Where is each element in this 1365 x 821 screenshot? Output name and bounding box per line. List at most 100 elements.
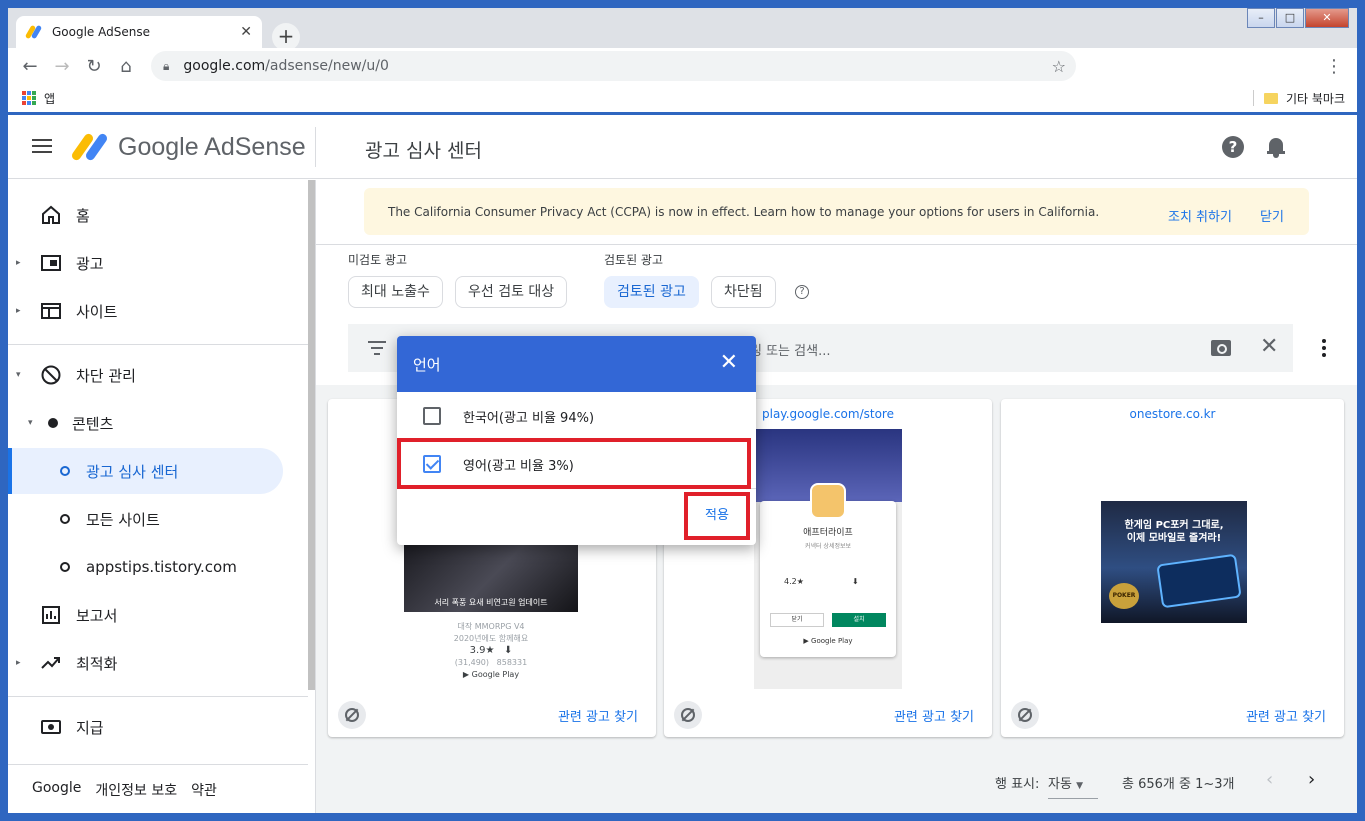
address-bar[interactable]: 🔒︎ google.com/adsense/new/u/0 ☆ bbox=[151, 51, 1076, 81]
block-ad-button[interactable] bbox=[1011, 701, 1039, 729]
reload-icon[interactable]: ↻ bbox=[78, 56, 110, 77]
hamburger-menu-icon[interactable] bbox=[32, 139, 52, 157]
rows-per-page-label: 행 표시: bbox=[995, 777, 1040, 792]
ad-creative-image: 애프터라이프 커넥터 상세정보보 4.2★ ⬇ 닫기 설치 ▶ Google P… bbox=[754, 429, 902, 689]
chip-priority-review[interactable]: 우선 검토 대상 bbox=[455, 276, 568, 308]
sidebar-divider bbox=[8, 344, 308, 345]
close-icon[interactable]: ✕ bbox=[720, 350, 738, 375]
bookmark-star-icon[interactable]: ☆ bbox=[1052, 57, 1066, 76]
sidebar-item-ads[interactable]: ▸ 광고 bbox=[8, 240, 308, 286]
phone-graphic bbox=[1156, 553, 1242, 609]
app-rating: 4.2★ bbox=[784, 577, 804, 586]
back-icon[interactable]: ← bbox=[14, 56, 46, 77]
tab-title: Google AdSense bbox=[52, 25, 150, 39]
google-play-icon: ▶ bbox=[462, 670, 470, 679]
sidebar-item-reports[interactable]: 보고서 bbox=[8, 592, 308, 638]
footer-privacy-link[interactable]: 개인정보 보호 bbox=[95, 780, 177, 800]
home-icon[interactable]: ⌂ bbox=[110, 56, 142, 77]
rows-per-page-select[interactable]: 자동 ▼ bbox=[1048, 773, 1098, 799]
sidebar-item-label: 차단 관리 bbox=[76, 366, 136, 385]
find-related-ads-link[interactable]: 관련 광고 찾기 bbox=[558, 706, 638, 725]
minimize-icon[interactable]: – bbox=[1247, 8, 1275, 28]
filter-icon[interactable] bbox=[368, 341, 386, 359]
sidebar-divider bbox=[8, 764, 308, 765]
browser-menu-icon[interactable]: ⋮ bbox=[1325, 56, 1343, 77]
app-subtitle: 커넥터 상세정보보 bbox=[804, 543, 852, 550]
ad-text-line: 이제 모바일로 즐겨라! bbox=[1126, 533, 1222, 544]
sidebar-divider bbox=[8, 696, 308, 697]
ring-bullet-icon bbox=[60, 514, 70, 524]
expand-caret-icon[interactable]: ▸ bbox=[16, 658, 28, 668]
find-related-ads-link[interactable]: 관련 광고 찾기 bbox=[894, 706, 974, 725]
sidebar-item-home[interactable]: 홈 bbox=[8, 192, 308, 238]
forward-icon[interactable]: → bbox=[46, 56, 78, 77]
poker-badge: POKER bbox=[1109, 583, 1139, 609]
sidebar-scrollbar[interactable] bbox=[308, 180, 315, 690]
sidebar-item-label: 사이트 bbox=[76, 302, 118, 321]
prev-page-icon[interactable]: ‹ bbox=[1266, 769, 1273, 790]
footer-google[interactable]: Google bbox=[32, 780, 81, 800]
expand-caret-icon[interactable]: ▸ bbox=[16, 306, 28, 316]
sidebar-item-blocking-controls[interactable]: ▾ 차단 관리 bbox=[8, 352, 308, 398]
chip-reviewed-ads[interactable]: 검토된 광고 bbox=[604, 276, 699, 308]
chip-max-impressions[interactable]: 최대 노출수 bbox=[348, 276, 443, 308]
close-tab-icon[interactable]: ✕ bbox=[240, 24, 252, 40]
find-related-ads-link[interactable]: 관련 광고 찾기 bbox=[1246, 706, 1326, 725]
help-circle-icon[interactable]: ? bbox=[795, 285, 809, 299]
app-header: Google AdSense 광고 심사 센터 ? bbox=[8, 115, 1357, 179]
apps-label[interactable]: 앱 bbox=[44, 90, 55, 107]
camera-icon[interactable] bbox=[1211, 340, 1231, 356]
ad-card[interactable]: onestore.co.kr 한게임 PC포커 그대로, 이제 모바일로 즐겨라!… bbox=[1001, 399, 1344, 737]
sidebar-item-payments[interactable]: 지급 bbox=[8, 704, 308, 750]
download-icon: ⬇ bbox=[852, 577, 859, 586]
footer-terms-link[interactable]: 약관 bbox=[191, 780, 217, 800]
clear-icon[interactable]: ✕ bbox=[1260, 334, 1278, 359]
url-host: google.com bbox=[183, 58, 266, 74]
apps-grid-icon[interactable] bbox=[22, 91, 36, 105]
adsense-favicon bbox=[24, 24, 43, 40]
ad-creative-image: 서리 폭풍 요새 비연고원 업데이트 bbox=[404, 544, 578, 612]
new-tab-button[interactable]: + bbox=[272, 23, 300, 51]
block-ad-button[interactable] bbox=[674, 701, 702, 729]
ad-meta-line: 2020년에도 함께해요 bbox=[453, 634, 529, 643]
sidebar-item-label: 광고 심사 센터 bbox=[86, 462, 179, 481]
sidebar-item-label: 광고 bbox=[76, 254, 104, 273]
sidebar-item-site-appstips[interactable]: appstips.tistory.com bbox=[8, 544, 308, 590]
browser-toolbar: ← → ↻ ⌂ 🔒︎ google.com/adsense/new/u/0 ☆ … bbox=[8, 48, 1357, 84]
help-icon[interactable]: ? bbox=[1222, 136, 1244, 158]
notifications-bell-icon[interactable] bbox=[1266, 136, 1286, 158]
maximize-icon[interactable]: □ bbox=[1276, 8, 1304, 28]
collapse-caret-icon[interactable]: ▾ bbox=[16, 370, 28, 380]
option-label: 한국어(광고 비율 94%) bbox=[463, 410, 595, 426]
ad-domain[interactable]: onestore.co.kr bbox=[1001, 407, 1344, 421]
banner-take-action-link[interactable]: 조치 취하기 bbox=[1168, 206, 1232, 225]
expand-caret-icon[interactable]: ▸ bbox=[16, 258, 28, 268]
sidebar-item-sites[interactable]: ▸ 사이트 bbox=[8, 288, 308, 334]
browser-tab[interactable]: Google AdSense ✕ bbox=[16, 16, 262, 48]
sidebar-item-ad-review-center[interactable]: 광고 심사 센터 bbox=[8, 448, 308, 494]
language-option-korean[interactable]: 한국어(광고 비율 94%) bbox=[397, 392, 756, 440]
store-name: ▶ Google Play bbox=[803, 637, 853, 645]
apply-button[interactable]: 적용 bbox=[684, 492, 750, 540]
sidebar-item-label: 보고서 bbox=[76, 606, 118, 625]
header-divider bbox=[315, 127, 316, 167]
chip-blocked[interactable]: 차단됨 bbox=[711, 276, 776, 308]
other-bookmarks[interactable]: 기타 북마크 bbox=[1286, 90, 1345, 107]
block-ad-button[interactable] bbox=[338, 701, 366, 729]
search-input[interactable]: 링 또는 검색... bbox=[750, 340, 830, 359]
close-window-icon[interactable]: ✕ bbox=[1305, 8, 1349, 28]
next-page-icon[interactable]: › bbox=[1308, 769, 1315, 790]
home-icon bbox=[40, 204, 62, 226]
banner-dismiss-link[interactable]: 닫기 bbox=[1260, 206, 1284, 225]
sidebar-item-content[interactable]: ▾ 콘텐츠 bbox=[8, 400, 308, 446]
sidebar-footer: Google 개인정보 보호 약관 bbox=[32, 780, 217, 800]
app-icon bbox=[810, 483, 846, 519]
sidebar: 홈 ▸ 광고 ▸ 사이트 ▾ 차단 관리 ▾ 콘텐츠 광고 심사 센터 모든 사… bbox=[8, 180, 316, 813]
sidebar-item-optimization[interactable]: ▸ 최적화 bbox=[8, 640, 308, 686]
collapse-caret-icon[interactable]: ▾ bbox=[28, 418, 40, 428]
sidebar-item-all-sites[interactable]: 모든 사이트 bbox=[8, 496, 308, 542]
checkbox-korean[interactable] bbox=[423, 407, 441, 425]
more-options-icon[interactable] bbox=[1322, 339, 1326, 360]
trending-up-icon bbox=[40, 652, 62, 674]
rows-per-page-value: 자동 bbox=[1048, 777, 1072, 792]
